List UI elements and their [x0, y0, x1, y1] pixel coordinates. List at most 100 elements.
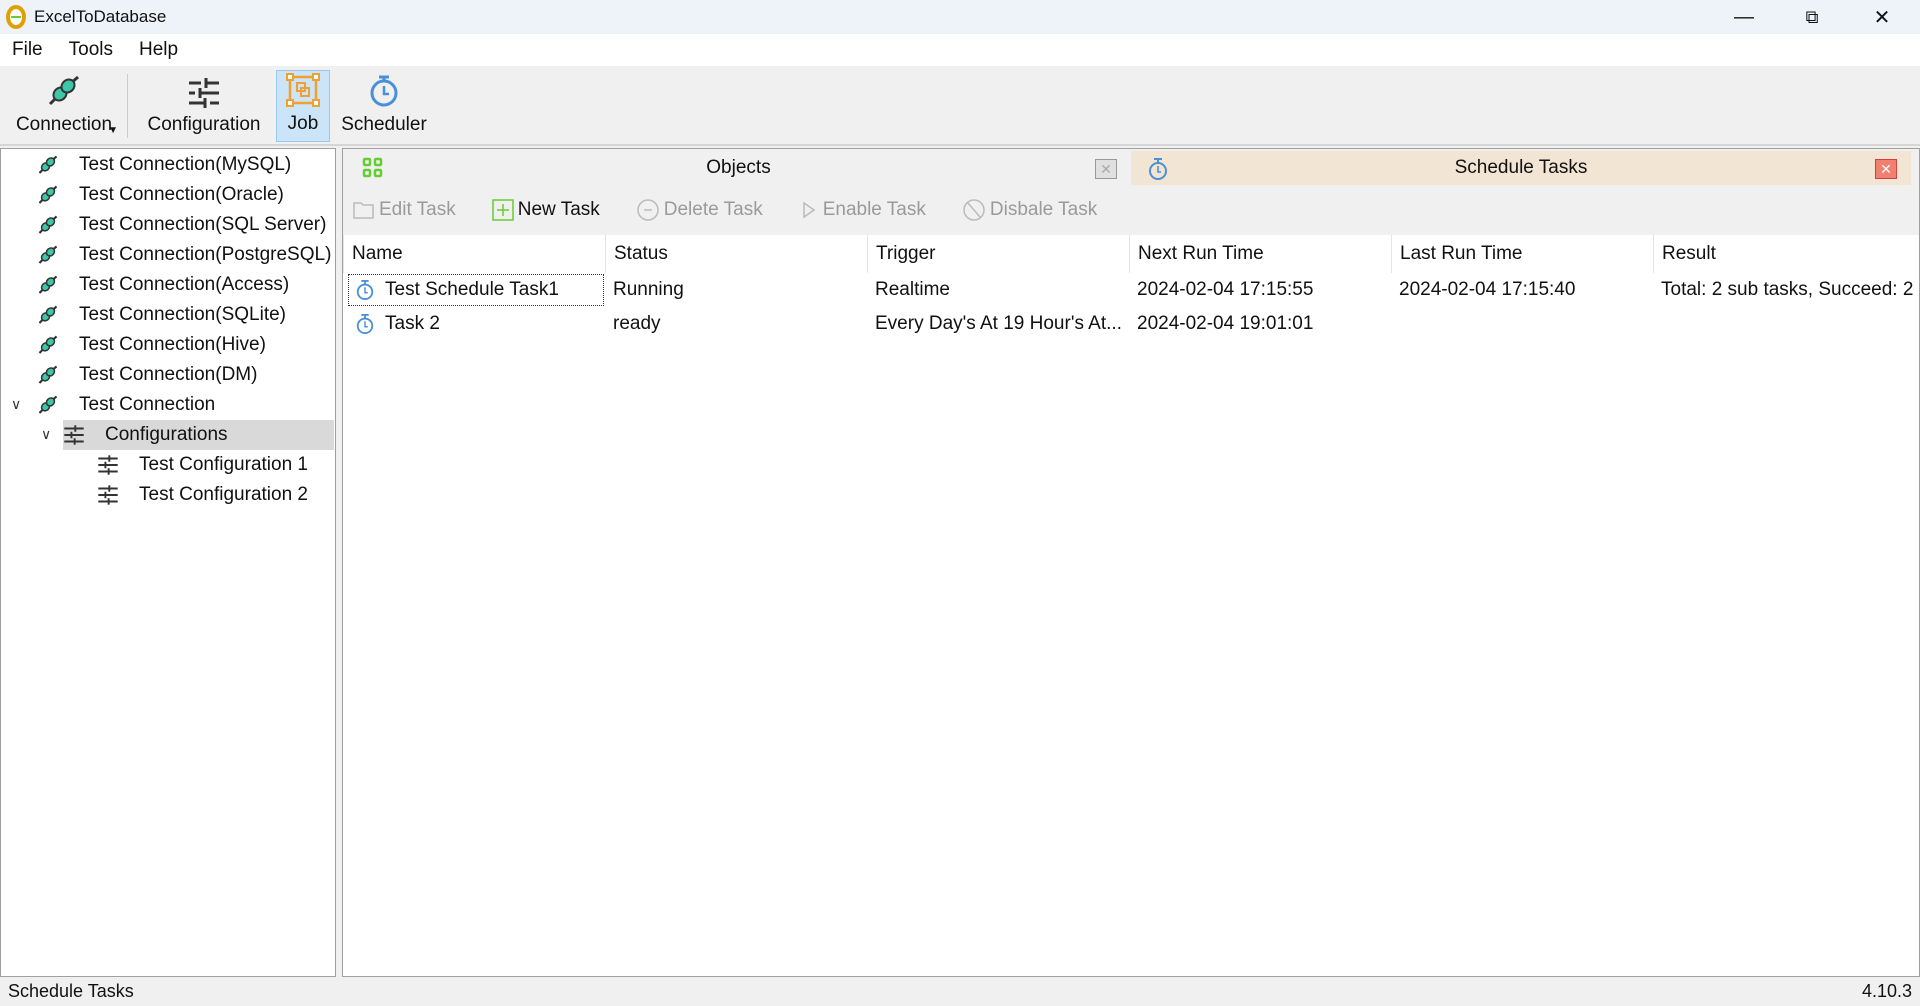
tree-item-connection[interactable]: Test Connection(SQLite) [37, 300, 286, 330]
plus-icon [492, 199, 514, 221]
tab-bar: Objects ✕ Schedule Tasks ✕ [343, 149, 1919, 185]
job-button[interactable]: Job [276, 70, 330, 142]
table-cell: Test Schedule Task1 [347, 273, 605, 307]
tree-item-label: Test Connection(Oracle) [79, 184, 284, 205]
status-text: Schedule Tasks [8, 981, 134, 1001]
new-task-button[interactable]: New Task [492, 199, 600, 221]
column-header[interactable]: Name [343, 235, 605, 273]
column-header[interactable]: Next Run Time [1129, 235, 1391, 273]
menu-tools[interactable]: Tools [55, 39, 125, 61]
edit-task-button[interactable]: Edit Task [353, 199, 456, 221]
tree-item-configuration[interactable]: Test Configuration 2 [97, 480, 308, 510]
column-header[interactable]: Last Run Time [1391, 235, 1653, 273]
stopwatch-icon [355, 313, 375, 335]
new-task-label: New Task [517, 199, 600, 220]
close-tab-schedule-icon[interactable]: ✕ [1875, 159, 1897, 179]
tree-item-label: Test Connection(DM) [79, 364, 258, 385]
status-bar: Schedule Tasks 4.10.3 [0, 977, 1920, 1006]
tree-item-label: Test Configuration 1 [139, 454, 308, 475]
plug-icon [37, 274, 69, 296]
plug-icon [37, 184, 69, 206]
job-icon [286, 73, 320, 107]
tree-item-connection[interactable]: Test Connection(MySQL) [37, 150, 291, 180]
minus-circle-icon [636, 198, 660, 222]
tree-item-label: Test Connection(SQL Server) [79, 214, 327, 235]
disable-task-button[interactable]: Disbale Task [962, 198, 1097, 222]
plug-icon [37, 334, 69, 356]
tree-item-label: Configurations [105, 424, 228, 445]
version-label: 4.10.3 [1861, 981, 1912, 1001]
plug-icon [37, 154, 69, 176]
connection-label: Connection [15, 114, 113, 135]
column-header[interactable]: Trigger [867, 235, 1129, 273]
table-row[interactable]: Task 2 ready Every Day's At 19 Hour's At..… [343, 307, 1919, 341]
menu-bar: File Tools Help [0, 34, 1920, 66]
tree-item-connection[interactable]: Test Connection(SQL Server) [37, 210, 326, 240]
plug-icon [37, 214, 69, 236]
tree-item-connection[interactable]: Test Connection(PostgreSQL) [37, 240, 331, 270]
main-panel: Objects ✕ Schedule Tasks ✕ Edit Task New… [342, 148, 1920, 977]
table-header: Name Status Trigger Next Run Time Last Run T… [343, 235, 1919, 273]
tab-objects[interactable]: Objects ✕ [346, 151, 1131, 185]
configuration-label: Configuration [147, 114, 261, 135]
close-tab-objects-icon[interactable]: ✕ [1095, 159, 1117, 179]
tree-item-connection[interactable]: Test Connection [37, 390, 215, 420]
expand-chevron-icon[interactable]: ∨ [11, 396, 21, 413]
close-button[interactable]: ✕ [1848, 0, 1916, 34]
sliders-icon [189, 78, 219, 108]
tree-item-connection[interactable]: Test Connection(Hive) [37, 330, 266, 360]
table-cell: Every Day's At 19 Hour's At... [875, 313, 1122, 334]
tab-schedule-tasks[interactable]: Schedule Tasks ✕ [1131, 151, 1911, 185]
scheduler-label: Scheduler [341, 114, 427, 135]
expand-chevron-icon[interactable]: ∨ [41, 426, 51, 443]
dropdown-arrow-icon: ▼ [108, 125, 118, 136]
stopwatch-icon [370, 75, 398, 107]
table-row[interactable]: Test Schedule Task1 Running Realtime 2024-0… [343, 273, 1919, 307]
sliders-icon [97, 455, 129, 475]
delete-task-button[interactable]: Delete Task [636, 198, 763, 222]
table-cell: Realtime [875, 279, 950, 300]
table-cell: Task 2 [347, 307, 605, 341]
configuration-button[interactable]: Configuration [142, 70, 266, 142]
plug-icon [37, 244, 69, 266]
tree-item-configuration[interactable]: Test Configuration 1 [97, 450, 308, 480]
edit-task-label: Edit Task [379, 199, 456, 220]
connection-button[interactable]: Connection ▼ [8, 70, 120, 142]
column-header[interactable]: Status [605, 235, 867, 273]
column-header[interactable]: Result [1653, 235, 1920, 273]
disable-icon [962, 198, 986, 222]
stopwatch-icon [1147, 157, 1169, 187]
table-cell: 2024-02-04 17:15:55 [1137, 279, 1314, 300]
tree-item-label: Test Connection(MySQL) [79, 154, 292, 175]
disable-task-label: Disbale Task [989, 199, 1098, 220]
plug-icon [37, 364, 69, 386]
window-title: ExcelToDatabase [34, 7, 167, 26]
menu-help[interactable]: Help [125, 39, 190, 61]
tree-item-configurations[interactable]: Configurations [63, 420, 334, 450]
task-name: Test Schedule Task1 [385, 279, 559, 300]
restore-button[interactable]: ⧉ [1778, 0, 1846, 34]
tree-item-connection[interactable]: Test Connection(Oracle) [37, 180, 284, 210]
minimize-button[interactable]: — [1710, 0, 1778, 34]
plug-icon [37, 394, 69, 416]
app-logo-icon [6, 5, 26, 29]
sliders-icon [63, 425, 95, 445]
toolbar: Connection ▼ Configuration Job Scheduler [0, 66, 1920, 146]
table-cell: Running [613, 279, 684, 300]
menu-file[interactable]: File [0, 39, 55, 61]
tree-item-connection[interactable]: Test Connection(DM) [37, 360, 257, 390]
scheduler-button[interactable]: Scheduler [338, 70, 430, 142]
plug-icon [37, 304, 69, 326]
tree-item-label: Test Connection(Hive) [79, 334, 266, 355]
delete-task-label: Delete Task [663, 199, 763, 220]
tab-schedule-tasks-label: Schedule Tasks [1454, 157, 1588, 178]
tree-item-label: Test Connection(PostgreSQL) [79, 244, 332, 265]
enable-task-button[interactable]: Enable Task [799, 199, 926, 221]
tree-item-label: Test Connection [79, 394, 216, 415]
tree-item-label: Test Connection(SQLite) [79, 304, 286, 325]
tab-objects-label: Objects [706, 157, 771, 178]
job-label: Job [287, 113, 319, 134]
sliders-icon [97, 485, 129, 505]
table-cell: Total: 2 sub tasks, Succeed: 2 [1661, 279, 1914, 300]
tree-item-connection[interactable]: Test Connection(Access) [37, 270, 289, 300]
